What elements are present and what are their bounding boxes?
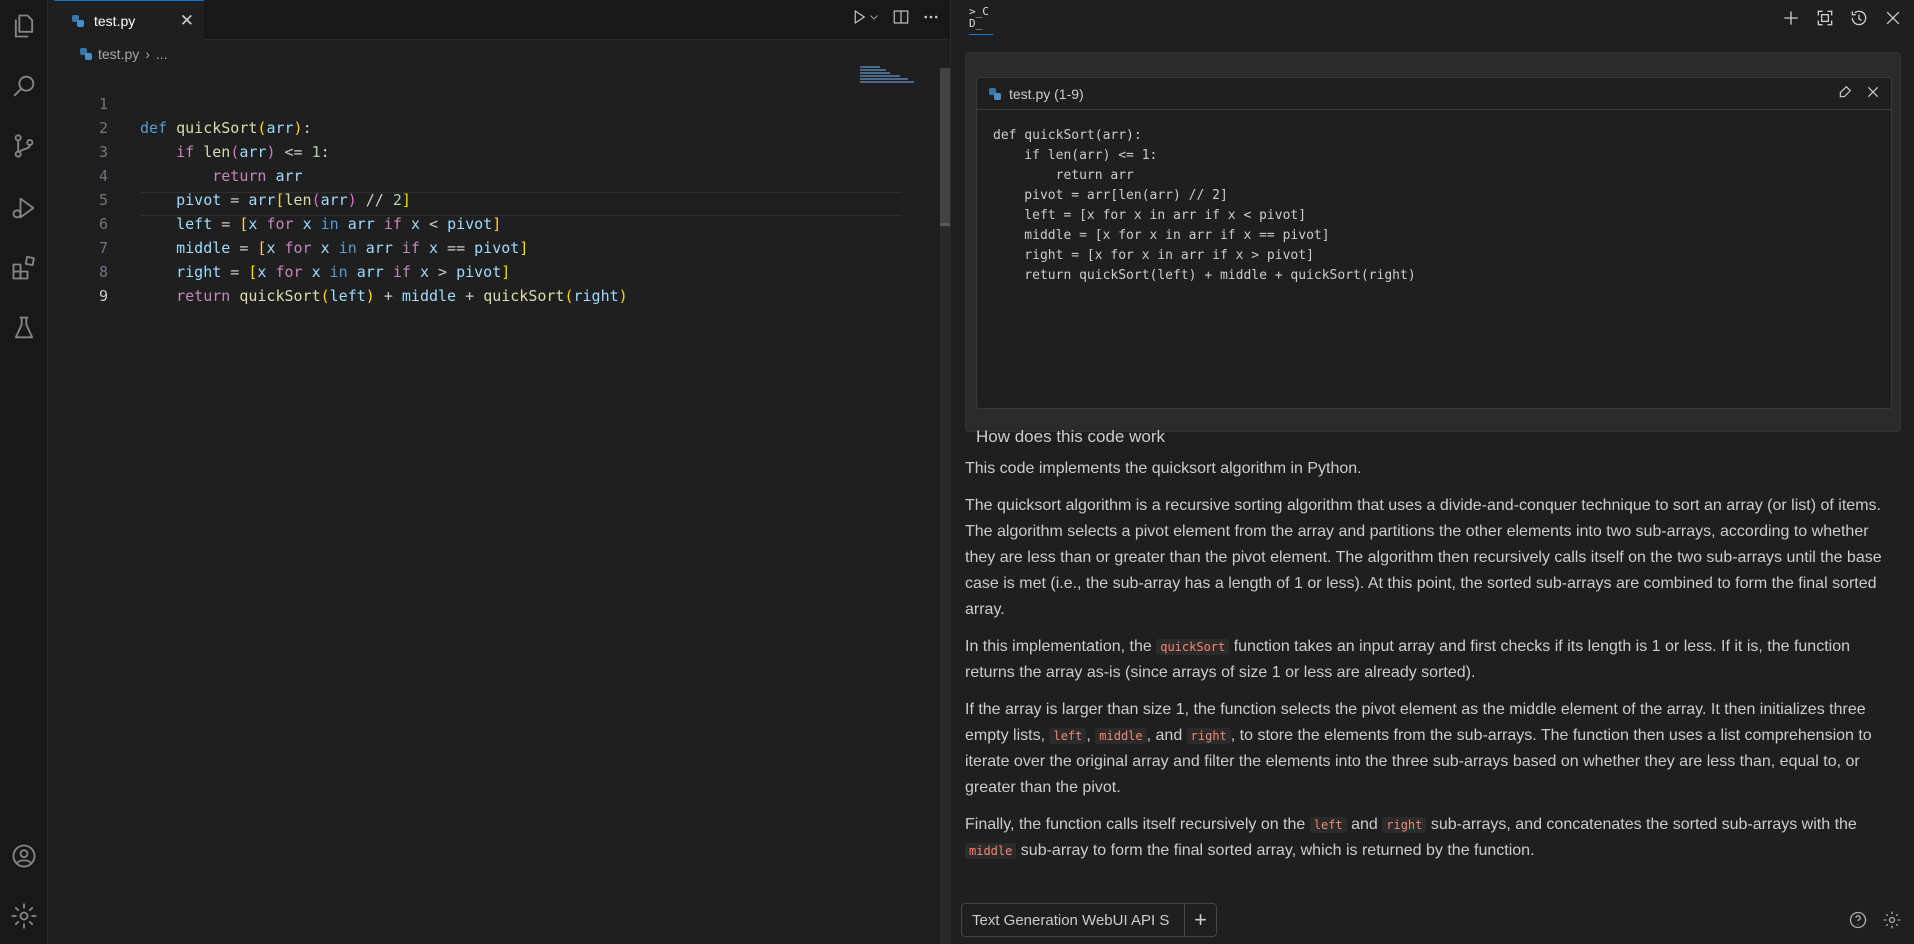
code-line: 8 return quickSort(left) + middle + quic… (54, 236, 854, 305)
line-number: 9 (98, 287, 108, 305)
remove-context-icon[interactable] (1865, 84, 1881, 100)
response-paragraph: In this implementation, the quickSort fu… (965, 638, 1850, 681)
user-message: test.py (1-9) def quickSort(arr): if len… (965, 52, 1901, 446)
new-chat-plus-icon[interactable] (1781, 8, 1801, 28)
python-file-icon (989, 87, 1001, 100)
response-paragraph: This code implements the quicksort algor… (965, 460, 1362, 477)
code-line: 2 if len(arr) <= 1: (54, 92, 854, 161)
fullscreen-icon[interactable] (1815, 8, 1835, 28)
search-icon[interactable] (8, 70, 40, 102)
account-icon[interactable] (8, 840, 40, 872)
panel-header: >_C D_ (951, 0, 1914, 40)
model-selector-chip[interactable]: Text Generation WebUI API S + (961, 903, 1217, 937)
code-context-card: test.py (1-9) def quickSort(arr): if len… (976, 77, 1892, 409)
play-icon (854, 9, 866, 25)
editor-group: test.py ✕ test.py › ... 1 def quickSort(… (54, 0, 954, 944)
testing-icon[interactable] (8, 312, 40, 344)
breadcrumb-more[interactable]: ... (156, 46, 168, 62)
tab-bar: test.py ✕ (54, 0, 950, 40)
run-file-button[interactable] (850, 8, 880, 26)
code-line: 1 def quickSort(arr): (54, 68, 854, 137)
chevron-down-icon (870, 15, 878, 20)
code-context-title[interactable]: test.py (1-9) (1009, 86, 1084, 102)
code-context-tools (1837, 84, 1881, 100)
model-selector-label[interactable]: Text Generation WebUI API S (962, 912, 1184, 929)
tab-test-py[interactable]: test.py ✕ (54, 0, 204, 40)
inline-code: right (1186, 728, 1231, 744)
breadcrumb-separator: › (145, 46, 150, 62)
tab-close-icon[interactable]: ✕ (180, 11, 194, 31)
edit-brush-icon[interactable] (1837, 84, 1853, 100)
code-line: 3 return arr (54, 116, 854, 185)
breadcrumb-file[interactable]: test.py (98, 46, 139, 62)
close-panel-icon[interactable] (1883, 8, 1903, 28)
run-debug-icon[interactable] (8, 192, 40, 224)
help-icon[interactable] (1848, 910, 1868, 930)
inline-code: right (1382, 817, 1427, 833)
more-actions-button[interactable] (922, 8, 940, 26)
add-model-button[interactable]: + (1184, 904, 1216, 936)
editor-actions (850, 8, 940, 26)
code-line: 5 left = [x for x in arr if x < pivot] (54, 164, 854, 233)
code-editor[interactable]: 1 def quickSort(arr): 2 if len(arr) <= 1… (54, 68, 854, 305)
inline-code: middle (1095, 728, 1147, 744)
activity-bar (0, 0, 48, 944)
footer-actions (1848, 910, 1902, 930)
user-question: How does this code work (976, 427, 1165, 446)
minimap[interactable] (860, 66, 920, 96)
settings-gear-icon[interactable] (1882, 910, 1902, 930)
code-line: 4 pivot = arr[len(arr) // 2] (54, 140, 854, 209)
breadcrumb: test.py › ... (80, 46, 168, 62)
source-control-icon[interactable] (8, 130, 40, 162)
response-paragraph: If the array is larger than size 1, the … (965, 701, 1872, 796)
extensions-icon[interactable] (8, 252, 40, 284)
tab-label: test.py (94, 12, 136, 29)
inline-code: left (1049, 728, 1087, 744)
response-paragraph: Finally, the function calls itself recur… (965, 816, 1857, 859)
inline-code: middle (965, 843, 1017, 859)
chat-panel: >_C D_ test.py (1-9) def quickSort(arr): … (950, 0, 1914, 944)
panel-actions (1781, 8, 1903, 28)
code-context-header: test.py (1-9) (977, 78, 1891, 110)
ellipsis-icon (924, 15, 938, 19)
code-context-body: def quickSort(arr): if len(arr) <= 1: re… (993, 128, 1416, 283)
extension-logo[interactable]: >_C D_ (969, 6, 993, 35)
history-icon[interactable] (1849, 8, 1869, 28)
code-line: 7 right = [x for x in arr if x > pivot] (54, 212, 854, 281)
inline-code: quickSort (1156, 639, 1230, 655)
split-editor-button[interactable] (892, 8, 910, 26)
code-text: return quickSort(left) + middle + quickS… (176, 287, 628, 305)
python-file-icon (80, 48, 92, 60)
response-paragraph: The quicksort algorithm is a recursive s… (965, 497, 1882, 618)
split-editor-icon (893, 10, 909, 24)
code-line: 6 middle = [x for x in arr if x == pivot… (54, 188, 854, 257)
manage-gear-icon[interactable] (8, 900, 40, 932)
python-file-icon (72, 14, 84, 27)
inline-code: left (1309, 817, 1347, 833)
explorer-icon[interactable] (8, 10, 40, 42)
code-line: 9 (54, 260, 854, 305)
assistant-response: This code implements the quicksort algor… (965, 456, 1901, 875)
